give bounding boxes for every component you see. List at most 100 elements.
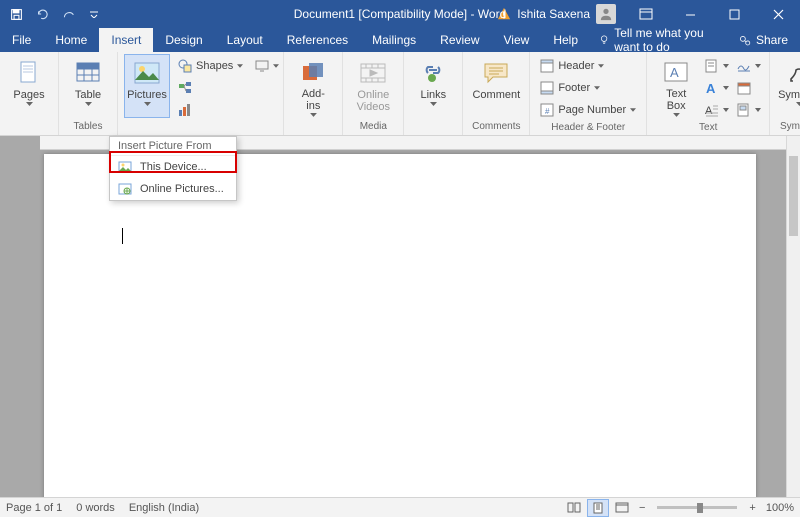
tab-view[interactable]: View <box>492 28 542 52</box>
chevron-down-icon <box>310 113 317 117</box>
comment-button[interactable]: Comment <box>469 54 523 118</box>
page-indicator[interactable]: Page 1 of 1 <box>6 502 62 514</box>
page-number-button[interactable]: # Page Number <box>536 100 640 120</box>
word-count[interactable]: 0 words <box>76 502 115 514</box>
chevron-down-icon <box>598 64 604 68</box>
online-pictures-item[interactable]: Online Pictures... <box>110 178 236 200</box>
pages-label: Pages <box>13 89 44 101</box>
ribbon-display-icon[interactable] <box>624 0 668 28</box>
signature-line-button[interactable] <box>735 56 763 76</box>
object-button[interactable] <box>735 100 763 120</box>
links-button[interactable]: Links <box>410 54 456 118</box>
smartart-button[interactable] <box>174 78 247 98</box>
redo-icon[interactable] <box>56 2 80 26</box>
user-account[interactable]: Ishita Saxena <box>489 4 624 24</box>
language-indicator[interactable]: English (India) <box>129 502 199 514</box>
tab-design[interactable]: Design <box>153 28 214 52</box>
read-mode-button[interactable] <box>563 499 585 517</box>
online-videos-label: OnlineVideos <box>357 89 390 113</box>
tab-home[interactable]: Home <box>43 28 99 52</box>
chevron-down-icon <box>723 86 729 90</box>
text-extra-buttons <box>735 54 763 120</box>
text-cursor <box>122 228 123 244</box>
screenshot-icon <box>255 60 269 72</box>
addins-button[interactable]: Add-ins <box>290 54 336 118</box>
pictures-button[interactable]: Pictures <box>124 54 170 118</box>
maximize-button[interactable] <box>712 0 756 28</box>
save-icon[interactable] <box>4 2 28 26</box>
table-icon <box>74 59 102 87</box>
undo-icon[interactable] <box>30 2 54 26</box>
tab-help[interactable]: Help <box>541 28 590 52</box>
page-number-icon: # <box>540 103 554 117</box>
tab-file[interactable]: File <box>0 28 43 52</box>
online-videos-button[interactable]: OnlineVideos <box>349 54 397 118</box>
tab-review[interactable]: Review <box>428 28 491 52</box>
zoom-out-button[interactable]: − <box>639 502 645 514</box>
addins-label: Add-ins <box>302 88 325 112</box>
group-header-footer-label: Header & Footer <box>536 120 640 136</box>
vertical-scrollbar[interactable] <box>786 136 800 497</box>
chevron-down-icon <box>630 108 636 112</box>
symbols-button[interactable]: Symbols <box>776 54 800 118</box>
group-pages: Pages . <box>0 52 59 135</box>
illustrations-small-buttons: Shapes <box>174 54 247 120</box>
shapes-icon <box>178 59 192 73</box>
zoom-slider[interactable] <box>657 506 737 509</box>
chart-button[interactable] <box>174 100 247 120</box>
drop-cap-button[interactable]: A <box>703 100 731 120</box>
header-label: Header <box>558 60 594 72</box>
online-pictures-icon <box>118 183 132 195</box>
screenshot-button[interactable] <box>253 56 281 76</box>
tell-me-search[interactable]: Tell me what you want to do <box>590 28 726 52</box>
status-right: − + 100% <box>563 499 794 517</box>
warning-icon <box>497 7 511 21</box>
header-icon <box>540 59 554 73</box>
pictures-label: Pictures <box>127 89 167 101</box>
footer-button[interactable]: Footer <box>536 78 640 98</box>
date-time-button[interactable] <box>735 78 763 98</box>
chevron-down-icon <box>755 64 761 68</box>
share-button[interactable]: Share <box>726 28 800 52</box>
minimize-button[interactable] <box>668 0 712 28</box>
header-button[interactable]: Header <box>536 56 640 76</box>
group-media: OnlineVideos Media <box>343 52 404 135</box>
tab-layout[interactable]: Layout <box>215 28 275 52</box>
this-device-item[interactable]: This Device... <box>110 156 236 178</box>
pages-icon <box>15 59 43 87</box>
this-device-label: This Device... <box>140 161 207 173</box>
group-illustrations: Pictures Shapes <box>118 52 284 135</box>
document-page[interactable] <box>44 154 756 497</box>
qat-customize-icon[interactable] <box>82 2 106 26</box>
zoom-in-button[interactable]: + <box>749 502 755 514</box>
quick-parts-button[interactable] <box>703 56 731 76</box>
chevron-down-icon <box>144 102 151 106</box>
pictures-dropdown: Insert Picture From This Device... Onlin… <box>109 136 237 201</box>
quick-parts-icon <box>705 59 719 73</box>
close-button[interactable] <box>756 0 800 28</box>
shapes-label: Shapes <box>196 60 233 72</box>
table-button[interactable]: Table <box>65 54 111 118</box>
chevron-down-icon <box>85 102 92 106</box>
chevron-down-icon <box>26 102 33 106</box>
chevron-down-icon <box>755 108 761 112</box>
group-header-footer: Header Footer # Page Number Header & Foo… <box>530 52 647 135</box>
zoom-level[interactable]: 100% <box>766 502 794 514</box>
tab-mailings[interactable]: Mailings <box>360 28 428 52</box>
wordart-button[interactable]: A <box>703 78 731 98</box>
ribbon: Pages . Table Tables Pictures <box>0 52 800 136</box>
text-box-icon: A <box>662 59 690 86</box>
svg-text:A: A <box>670 65 679 80</box>
tell-me-label: Tell me what you want to do <box>614 26 716 54</box>
scrollbar-thumb[interactable] <box>789 156 798 236</box>
print-layout-button[interactable] <box>587 499 609 517</box>
shapes-button[interactable]: Shapes <box>174 56 247 76</box>
tab-insert[interactable]: Insert <box>99 28 153 52</box>
pages-button[interactable]: Pages <box>6 54 52 118</box>
tab-references[interactable]: References <box>275 28 360 52</box>
quick-access-toolbar <box>0 2 110 26</box>
text-box-button[interactable]: A TextBox <box>653 54 699 118</box>
web-layout-button[interactable] <box>611 499 633 517</box>
status-bar: Page 1 of 1 0 words English (India) − + … <box>0 497 800 517</box>
svg-text:A: A <box>705 105 713 117</box>
